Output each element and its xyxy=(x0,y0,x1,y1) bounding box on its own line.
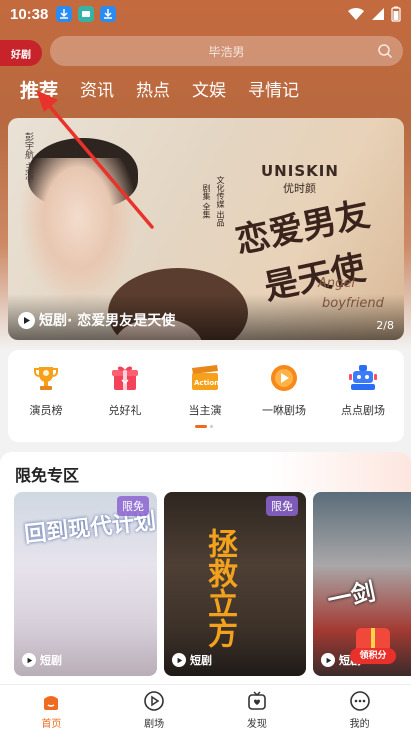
quick-entry-label: 点点剧场 xyxy=(341,404,385,417)
play-icon xyxy=(172,653,186,667)
drama-card[interactable]: 拯救立方 限免 短剧 xyxy=(164,492,306,676)
banner-brand-cn: 优时颜 xyxy=(283,182,316,195)
app-notification-icon xyxy=(78,6,95,22)
download-icon xyxy=(56,6,73,22)
card-label: 短剧 xyxy=(22,652,62,668)
quick-entries: 演员榜 兑好礼 Action 当主演 一咻剧场 点点剧场 xyxy=(8,350,404,442)
card-title-art: 拯救立方 xyxy=(202,528,237,648)
section-decoration xyxy=(271,452,411,492)
quick-entry-become-star[interactable]: Action 当主演 xyxy=(170,362,240,418)
status-bar: 10:38 xyxy=(0,0,411,28)
claim-points-label: 领积分 xyxy=(350,648,396,664)
nav-home[interactable]: 首页 xyxy=(0,685,103,731)
quick-entry-label: 演员榜 xyxy=(29,404,63,417)
banner-page-counter: 2/8 xyxy=(376,319,394,332)
tab-romance[interactable]: 寻情记 xyxy=(248,78,299,104)
tab-recommend[interactable]: 推荐 xyxy=(20,78,58,104)
quick-entry-actor-ranking[interactable]: 演员榜 xyxy=(11,362,81,418)
status-time: 10:38 xyxy=(10,5,49,23)
search-placeholder: 毕浩男 xyxy=(208,44,245,59)
bottom-navigation: 首页 剧场 发现 我的 xyxy=(0,684,411,731)
search-icon[interactable] xyxy=(377,43,393,59)
banner-art-subtitle: Angel xyxy=(318,276,355,291)
quick-entry-label: 一咻剧场 xyxy=(262,404,306,417)
nav-profile[interactable]: 我的 xyxy=(308,685,411,731)
nav-discover[interactable]: 发现 xyxy=(206,685,309,731)
free-badge: 限免 xyxy=(266,496,298,516)
banner-art-figure xyxy=(18,158,138,308)
trophy-icon xyxy=(30,362,62,394)
nav-label: 首页 xyxy=(41,719,62,730)
tv-icon xyxy=(246,690,268,712)
quick-entries-pager xyxy=(195,425,213,428)
tab-hot[interactable]: 热点 xyxy=(136,78,170,104)
banner-vertical-text: 文化传媒 出品 xyxy=(216,176,225,227)
card-label: 短剧 xyxy=(172,652,212,668)
cellular-signal-icon xyxy=(372,8,384,20)
robot-icon xyxy=(347,362,379,394)
card-label-text: 短剧 xyxy=(40,654,62,667)
play-icon xyxy=(18,311,35,329)
quick-entry-label: 兑好礼 xyxy=(108,404,142,417)
card-title-art: 一剑 xyxy=(324,576,378,615)
banner-vertical-text: 剧集 全集 xyxy=(202,184,211,219)
category-tabs: 推荐 资讯 热点 文娱 寻情记 xyxy=(20,78,321,104)
banner-caption-title: · 恋爱男友是天使 xyxy=(67,313,176,329)
more-circle-icon xyxy=(349,690,371,712)
play-icon xyxy=(321,653,335,667)
tab-news[interactable]: 资讯 xyxy=(80,78,114,104)
drama-card[interactable]: 回到现代计划 限免 短剧 xyxy=(14,492,157,676)
banner-vertical-text: 彭宇航 主演 xyxy=(23,132,33,180)
nav-label: 发现 xyxy=(246,719,267,730)
tab-entertainment[interactable]: 文娱 xyxy=(192,78,226,104)
search-bar[interactable]: 毕浩男 xyxy=(50,36,403,66)
battery-icon xyxy=(391,6,401,22)
hero-banner[interactable]: 彭宇航 主演 文化传媒 出品 剧集 全集 UNISKIN 优时颜 恋爱男友 是天… xyxy=(8,118,404,340)
pager-dot-active xyxy=(195,425,207,428)
play-circle-icon xyxy=(143,690,165,712)
nav-theater[interactable]: 剧场 xyxy=(103,685,206,731)
free-badge: 限免 xyxy=(117,496,149,516)
banner-brand-en: UNISKIN xyxy=(261,162,339,180)
banner-caption-prefix: 短剧 xyxy=(39,313,67,329)
nav-label: 我的 xyxy=(349,719,370,730)
play-disc-icon xyxy=(268,362,300,394)
pager-dot xyxy=(210,425,213,428)
play-icon xyxy=(22,653,36,667)
app-logo-text: 好剧 xyxy=(11,49,31,61)
download-icon xyxy=(100,6,117,22)
card-label-text: 短剧 xyxy=(190,654,212,667)
gift-icon xyxy=(109,362,141,394)
quick-entry-label: 当主演 xyxy=(188,404,222,417)
home-icon xyxy=(40,690,62,712)
nav-label: 剧场 xyxy=(144,719,165,730)
banner-caption: 短剧 · 恋爱男友是天使 xyxy=(18,310,175,330)
section-title: 限免专区 xyxy=(15,466,80,485)
svg-text:Action: Action xyxy=(194,379,219,387)
claim-points-button[interactable]: 领积分 xyxy=(350,628,396,664)
app-logo[interactable]: 好剧 xyxy=(0,40,42,66)
wifi-icon xyxy=(348,7,364,20)
quick-entry-redeem-gifts[interactable]: 兑好礼 xyxy=(90,362,160,418)
quick-entry-yixiu-theater[interactable]: 一咻剧场 xyxy=(249,362,319,418)
clapperboard-icon: Action xyxy=(189,362,221,394)
quick-entry-diandian-theater[interactable]: 点点剧场 xyxy=(328,362,398,418)
